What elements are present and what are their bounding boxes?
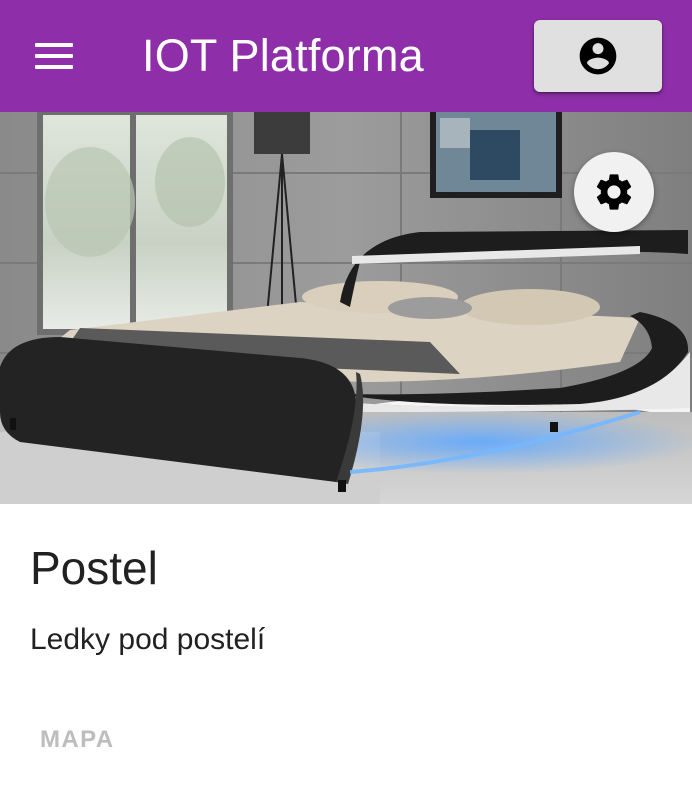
- settings-button[interactable]: [574, 152, 654, 232]
- app-title: IOT Platforma: [142, 30, 424, 81]
- menu-button[interactable]: [18, 28, 90, 84]
- account-circle-icon: [579, 37, 617, 75]
- device-image: [0, 112, 692, 504]
- map-button[interactable]: MAPA: [26, 718, 128, 762]
- device-card: Postel Ledky pod postelí MAPA: [0, 112, 692, 788]
- device-title: Postel: [30, 542, 158, 594]
- device-description: Ledky pod postelí: [30, 623, 266, 656]
- app-bar: IOT Platforma: [0, 0, 692, 112]
- gear-icon: [596, 174, 632, 210]
- account-button[interactable]: [534, 20, 662, 92]
- menu-icon: [35, 43, 73, 69]
